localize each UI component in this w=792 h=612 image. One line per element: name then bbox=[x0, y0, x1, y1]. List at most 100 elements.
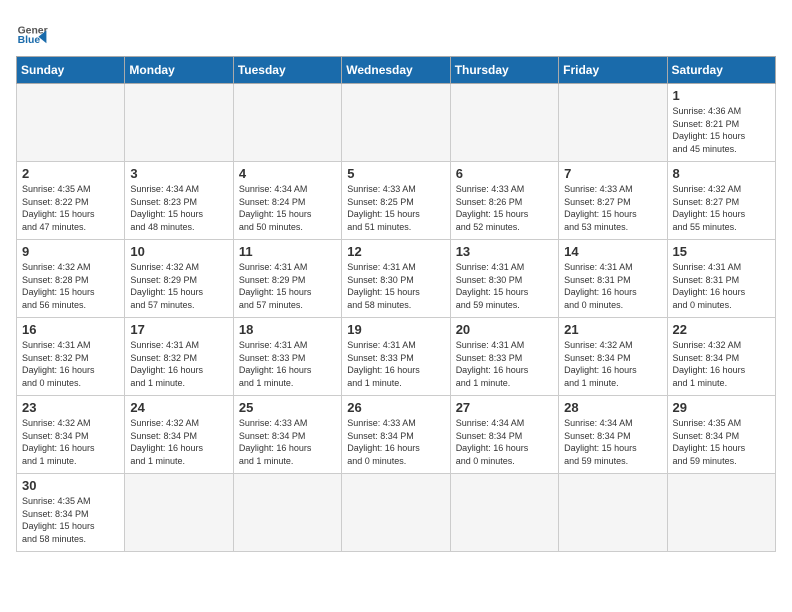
calendar-day-cell bbox=[559, 84, 667, 162]
day-info: Sunrise: 4:32 AM Sunset: 8:34 PM Dayligh… bbox=[673, 339, 770, 389]
calendar-day-cell: 7 Sunrise: 4:33 AM Sunset: 8:27 PM Daylig… bbox=[559, 162, 667, 240]
day-number: 23 bbox=[22, 400, 119, 415]
day-info: Sunrise: 4:31 AM Sunset: 8:33 PM Dayligh… bbox=[456, 339, 553, 389]
calendar-day-cell: 17 Sunrise: 4:31 AM Sunset: 8:32 PM Dayli… bbox=[125, 318, 233, 396]
weekday-header-saturday: Saturday bbox=[667, 57, 775, 84]
calendar-day-cell: 19 Sunrise: 4:31 AM Sunset: 8:33 PM Dayli… bbox=[342, 318, 450, 396]
day-number: 10 bbox=[130, 244, 227, 259]
calendar-week-4: 16Sunrise: 4:31 AM Sunset: 8:32 PM Dayli… bbox=[17, 318, 776, 396]
calendar-week-6: 30 Sunrise: 4:35 AM Sunset: 8:34 PM Dayli… bbox=[17, 474, 776, 552]
calendar-day-cell: 25 Sunrise: 4:33 AM Sunset: 8:34 PM Dayli… bbox=[233, 396, 341, 474]
day-number: 21 bbox=[564, 322, 661, 337]
day-number: 25 bbox=[239, 400, 336, 415]
calendar-day-cell: 23 Sunrise: 4:32 AM Sunset: 8:34 PM Dayli… bbox=[17, 396, 125, 474]
calendar-day-cell: 30 Sunrise: 4:35 AM Sunset: 8:34 PM Dayli… bbox=[17, 474, 125, 552]
day-info: Sunrise: 4:35 AM Sunset: 8:22 PM Dayligh… bbox=[22, 183, 119, 233]
calendar-day-cell: 24 Sunrise: 4:32 AM Sunset: 8:34 PM Dayli… bbox=[125, 396, 233, 474]
day-info: Sunrise: 4:33 AM Sunset: 8:27 PM Dayligh… bbox=[564, 183, 661, 233]
day-number: 17 bbox=[130, 322, 227, 337]
calendar-week-5: 23 Sunrise: 4:32 AM Sunset: 8:34 PM Dayli… bbox=[17, 396, 776, 474]
calendar-day-cell bbox=[450, 474, 558, 552]
calendar-day-cell bbox=[233, 84, 341, 162]
day-info: Sunrise: 4:33 AM Sunset: 8:25 PM Dayligh… bbox=[347, 183, 444, 233]
svg-text:Blue: Blue bbox=[18, 35, 41, 46]
day-info: Sunrise: 4:33 AM Sunset: 8:34 PM Dayligh… bbox=[347, 417, 444, 467]
day-number: 2 bbox=[22, 166, 119, 181]
day-number: 9 bbox=[22, 244, 119, 259]
day-info: Sunrise: 4:32 AM Sunset: 8:34 PM Dayligh… bbox=[22, 417, 119, 467]
calendar-day-cell bbox=[17, 84, 125, 162]
weekday-header-friday: Friday bbox=[559, 57, 667, 84]
calendar-day-cell: 20Sunrise: 4:31 AM Sunset: 8:33 PM Dayli… bbox=[450, 318, 558, 396]
day-info: Sunrise: 4:32 AM Sunset: 8:28 PM Dayligh… bbox=[22, 261, 119, 311]
calendar-day-cell: 27 Sunrise: 4:34 AM Sunset: 8:34 PM Dayli… bbox=[450, 396, 558, 474]
calendar-day-cell: 21 Sunrise: 4:32 AM Sunset: 8:34 PM Dayli… bbox=[559, 318, 667, 396]
day-number: 3 bbox=[130, 166, 227, 181]
day-info: Sunrise: 4:32 AM Sunset: 8:29 PM Dayligh… bbox=[130, 261, 227, 311]
calendar-day-cell bbox=[233, 474, 341, 552]
weekday-header-row: SundayMondayTuesdayWednesdayThursdayFrid… bbox=[17, 57, 776, 84]
day-number: 24 bbox=[130, 400, 227, 415]
day-info: Sunrise: 4:35 AM Sunset: 8:34 PM Dayligh… bbox=[22, 495, 119, 545]
day-number: 13 bbox=[456, 244, 553, 259]
page-header: General Blue bbox=[16, 16, 776, 48]
day-info: Sunrise: 4:34 AM Sunset: 8:34 PM Dayligh… bbox=[456, 417, 553, 467]
day-number: 4 bbox=[239, 166, 336, 181]
calendar-week-1: 1Sunrise: 4:36 AM Sunset: 8:21 PM Daylig… bbox=[17, 84, 776, 162]
calendar-day-cell: 13Sunrise: 4:31 AM Sunset: 8:30 PM Dayli… bbox=[450, 240, 558, 318]
calendar-day-cell: 14Sunrise: 4:31 AM Sunset: 8:31 PM Dayli… bbox=[559, 240, 667, 318]
calendar-day-cell bbox=[125, 474, 233, 552]
day-info: Sunrise: 4:31 AM Sunset: 8:32 PM Dayligh… bbox=[22, 339, 119, 389]
day-number: 12 bbox=[347, 244, 444, 259]
weekday-header-monday: Monday bbox=[125, 57, 233, 84]
calendar-day-cell: 18 Sunrise: 4:31 AM Sunset: 8:33 PM Dayli… bbox=[233, 318, 341, 396]
day-info: Sunrise: 4:31 AM Sunset: 8:33 PM Dayligh… bbox=[239, 339, 336, 389]
calendar-day-cell: 10 Sunrise: 4:32 AM Sunset: 8:29 PM Dayli… bbox=[125, 240, 233, 318]
logo-icon: General Blue bbox=[16, 16, 48, 48]
calendar-day-cell: 1Sunrise: 4:36 AM Sunset: 8:21 PM Daylig… bbox=[667, 84, 775, 162]
day-number: 11 bbox=[239, 244, 336, 259]
day-info: Sunrise: 4:31 AM Sunset: 8:33 PM Dayligh… bbox=[347, 339, 444, 389]
calendar-week-2: 2 Sunrise: 4:35 AM Sunset: 8:22 PM Daylig… bbox=[17, 162, 776, 240]
calendar-day-cell: 26 Sunrise: 4:33 AM Sunset: 8:34 PM Dayli… bbox=[342, 396, 450, 474]
calendar-day-cell bbox=[342, 474, 450, 552]
weekday-header-sunday: Sunday bbox=[17, 57, 125, 84]
calendar-day-cell bbox=[559, 474, 667, 552]
day-info: Sunrise: 4:34 AM Sunset: 8:24 PM Dayligh… bbox=[239, 183, 336, 233]
day-info: Sunrise: 4:31 AM Sunset: 8:29 PM Dayligh… bbox=[239, 261, 336, 311]
day-number: 26 bbox=[347, 400, 444, 415]
day-info: Sunrise: 4:34 AM Sunset: 8:34 PM Dayligh… bbox=[564, 417, 661, 467]
calendar-day-cell: 29 Sunrise: 4:35 AM Sunset: 8:34 PM Dayli… bbox=[667, 396, 775, 474]
calendar-day-cell: 12Sunrise: 4:31 AM Sunset: 8:30 PM Dayli… bbox=[342, 240, 450, 318]
calendar-day-cell: 9 Sunrise: 4:32 AM Sunset: 8:28 PM Daylig… bbox=[17, 240, 125, 318]
day-number: 29 bbox=[673, 400, 770, 415]
calendar-day-cell bbox=[667, 474, 775, 552]
weekday-header-thursday: Thursday bbox=[450, 57, 558, 84]
calendar-day-cell: 8Sunrise: 4:32 AM Sunset: 8:27 PM Daylig… bbox=[667, 162, 775, 240]
day-info: Sunrise: 4:32 AM Sunset: 8:34 PM Dayligh… bbox=[564, 339, 661, 389]
calendar-day-cell: 28Sunrise: 4:34 AM Sunset: 8:34 PM Dayli… bbox=[559, 396, 667, 474]
day-info: Sunrise: 4:32 AM Sunset: 8:34 PM Dayligh… bbox=[130, 417, 227, 467]
day-info: Sunrise: 4:31 AM Sunset: 8:32 PM Dayligh… bbox=[130, 339, 227, 389]
day-number: 5 bbox=[347, 166, 444, 181]
day-number: 18 bbox=[239, 322, 336, 337]
day-number: 7 bbox=[564, 166, 661, 181]
day-info: Sunrise: 4:31 AM Sunset: 8:31 PM Dayligh… bbox=[673, 261, 770, 311]
day-info: Sunrise: 4:36 AM Sunset: 8:21 PM Dayligh… bbox=[673, 105, 770, 155]
day-info: Sunrise: 4:35 AM Sunset: 8:34 PM Dayligh… bbox=[673, 417, 770, 467]
calendar-day-cell: 16Sunrise: 4:31 AM Sunset: 8:32 PM Dayli… bbox=[17, 318, 125, 396]
logo: General Blue bbox=[16, 16, 48, 48]
day-info: Sunrise: 4:31 AM Sunset: 8:31 PM Dayligh… bbox=[564, 261, 661, 311]
day-number: 27 bbox=[456, 400, 553, 415]
day-info: Sunrise: 4:33 AM Sunset: 8:34 PM Dayligh… bbox=[239, 417, 336, 467]
calendar-day-cell: 22 Sunrise: 4:32 AM Sunset: 8:34 PM Dayli… bbox=[667, 318, 775, 396]
calendar-day-cell: 4 Sunrise: 4:34 AM Sunset: 8:24 PM Daylig… bbox=[233, 162, 341, 240]
calendar-day-cell: 3 Sunrise: 4:34 AM Sunset: 8:23 PM Daylig… bbox=[125, 162, 233, 240]
day-number: 22 bbox=[673, 322, 770, 337]
day-number: 30 bbox=[22, 478, 119, 493]
calendar-day-cell bbox=[450, 84, 558, 162]
calendar-day-cell: 11 Sunrise: 4:31 AM Sunset: 8:29 PM Dayli… bbox=[233, 240, 341, 318]
day-number: 19 bbox=[347, 322, 444, 337]
weekday-header-tuesday: Tuesday bbox=[233, 57, 341, 84]
day-info: Sunrise: 4:34 AM Sunset: 8:23 PM Dayligh… bbox=[130, 183, 227, 233]
